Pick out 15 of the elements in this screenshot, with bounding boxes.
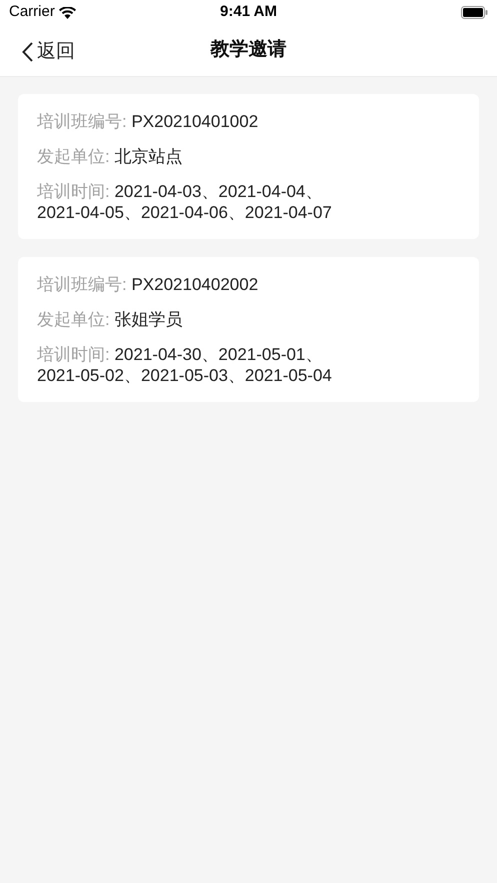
wifi-icon: [58, 6, 76, 18]
page-title: 教学邀请: [210, 38, 286, 62]
field-row: 培训班编号: PX20210401002: [37, 111, 258, 132]
field-row: 培训班编号: PX20210402002: [37, 274, 258, 295]
clock-time: 9:41 AM: [220, 2, 277, 22]
back-button[interactable]: 返回: [22, 38, 75, 66]
invitation-card[interactable]: 培训班编号: PX20210401002 发起单位: 北京站点 培训时间: 2021-04-03、2021-04-04、2021-04-05、2021-04-06、2021-04-07: [18, 94, 479, 239]
chevron-left-icon: [22, 42, 33, 62]
field-row-text: 培训时间: 2021-04-30、2021-05-01、2021-05-02、2021-05-03、2021-05-04: [37, 344, 333, 386]
carrier-label: Carrier: [9, 2, 55, 22]
invitation-card[interactable]: 培训班编号: PX20210402002 发起单位: 张姐学员 培训时间: 2021-04-30、2021-05-01、2021-05-02、2021-05-03、2021-05-04: [18, 257, 479, 402]
battery-icon: [461, 6, 488, 19]
field-row-text: 培训时间: 2021-04-03、2021-04-04、2021-04-05、2021-04-06、2021-04-07: [37, 181, 333, 223]
field-row: 发起单位: 张姐学员: [37, 309, 182, 330]
field-row: 发起单位: 北京站点: [37, 146, 182, 167]
